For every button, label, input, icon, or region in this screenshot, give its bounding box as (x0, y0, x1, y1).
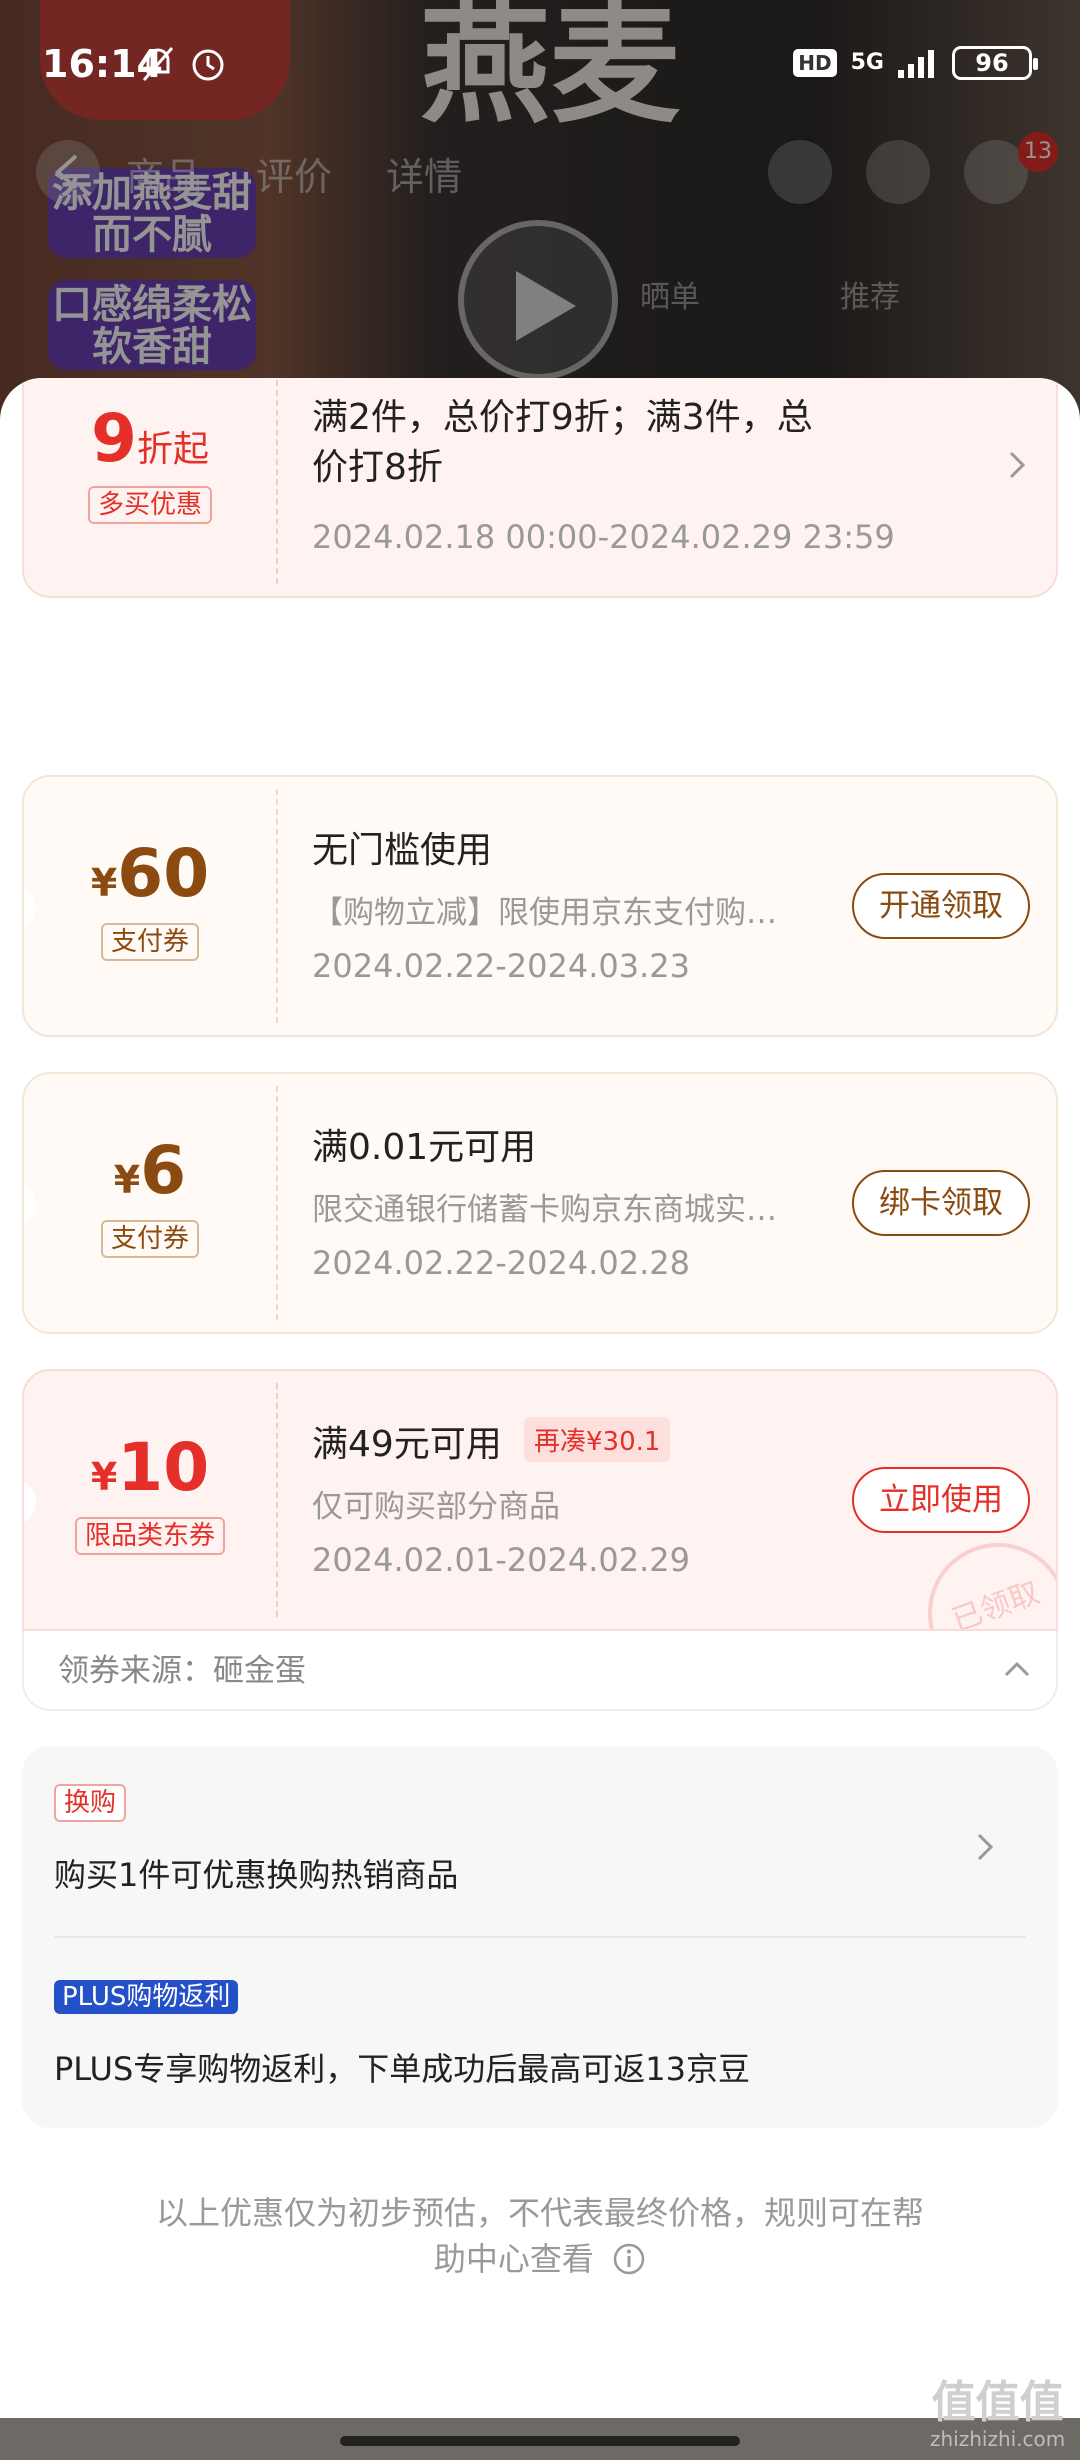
coupon-value: 60 (117, 835, 210, 912)
chevron-right-icon[interactable] (1008, 450, 1026, 480)
coupon-date: 2024.02.01-2024.02.29 (312, 1541, 690, 1579)
open-claim-button[interactable]: 开通领取 (852, 873, 1030, 939)
divider (54, 1936, 1026, 1938)
battery-icon: 96 (952, 46, 1038, 80)
coupon-tag: 支付券 (100, 1220, 199, 1258)
currency-symbol: ¥ (90, 1455, 118, 1499)
bind-card-claim-button[interactable]: 绑卡领取 (852, 1170, 1030, 1236)
coupon-tag: 多买优惠 (87, 486, 212, 524)
status-icons (142, 44, 232, 88)
coupon-date: 2024.02.22-2024.02.28 (312, 1244, 690, 1282)
coupon-value-area: 9折起 多买优惠 (24, 378, 276, 596)
coupon-category-10[interactable]: ¥10 限品类东券 满49元可用 再凑¥30.1 仅可购买部分商品 2024.0… (22, 1369, 1058, 1631)
coupon-multi-buy[interactable]: 9折起 多买优惠 满2件，总价打9折；满3件，总 价打8折 2024.02.18… (22, 378, 1058, 598)
coupon-divider (276, 1086, 278, 1320)
info-icon[interactable] (612, 2242, 646, 2276)
coupon-divider (276, 380, 278, 584)
chevron-right-icon[interactable] (976, 1832, 994, 1862)
discount-sheet: 优惠 9折起 多买优惠 满2件，总价打9折；满3件，总 价打8折 2024.02… (0, 378, 1080, 2418)
coupon-desc: 【购物立减】限使用京东支付购… (312, 895, 777, 931)
coupon-value-area: ¥10 限品类东券 (24, 1371, 276, 1629)
use-now-button[interactable]: 立即使用 (852, 1467, 1030, 1533)
disclaimer: 以上优惠仅为初步预估，不代表最终价格，规则可在帮 助中心查看 (120, 2190, 960, 2282)
currency-symbol: ¥ (90, 861, 118, 905)
coupon-pay-60[interactable]: ¥60 支付券 无门槛使用 【购物立减】限使用京东支付购… 2024.02.22… (22, 775, 1058, 1037)
coupon-date: 2024.02.18 00:00-2024.02.29 23:59 (312, 518, 895, 556)
watermark-mark: 值值值 (931, 2377, 1064, 2428)
trade-in-text[interactable]: 购买1件可优惠换购热销商品 (54, 1850, 458, 1896)
coupon-value-area: ¥60 支付券 (24, 777, 276, 1035)
coupon-source-text: 领券来源：砸金蛋 (58, 1653, 306, 1689)
status-bar: 16:14 HD 5G 96 (0, 0, 1080, 110)
chevron-up-icon[interactable] (1004, 1661, 1030, 1677)
coupon-value-suffix: 折起 (136, 429, 209, 470)
claimed-stamp: 已领取 (908, 1523, 1056, 1629)
watermark-site: zhizhizhi.com (930, 2427, 1066, 2451)
hd-icon: HD (793, 49, 837, 77)
signal-icon (898, 50, 934, 78)
plus-rebate-text: PLUS专享购物返利，下单成功后最高可返13京豆 (54, 2050, 750, 2088)
home-indicator[interactable] (340, 2436, 740, 2446)
coupon-value: 10 (117, 1429, 210, 1506)
coupon-divider (276, 789, 278, 1023)
currency-symbol: ¥ (113, 1158, 141, 1202)
coupon-tag: 支付券 (100, 923, 199, 961)
coupon-value: 9 (91, 400, 137, 477)
disclaimer-line2: 助中心查看 (120, 2236, 960, 2282)
disclaimer-line1: 以上优惠仅为初步预估，不代表最终价格，规则可在帮 (155, 2194, 924, 2232)
trade-in-pill: 换购 (54, 1784, 127, 1822)
extra-offers-panel: 换购 购买1件可优惠换购热销商品 PLUS购物返利 PLUS专享购物返利，下单成… (22, 1746, 1058, 2128)
network-label: 5G (850, 50, 884, 75)
coupon-value-area: ¥6 支付券 (24, 1074, 276, 1332)
coupon-desc: 仅可购买部分商品 (312, 1489, 560, 1525)
coupon-title: 无门槛使用 (312, 830, 493, 871)
coupon-value: 6 (140, 1132, 187, 1209)
disclaimer-line2-text: 助中心查看 (433, 2240, 594, 2278)
coupon-tag: 限品类东券 (74, 1517, 225, 1555)
coupon-pay-6[interactable]: ¥6 支付券 满0.01元可用 限交通银行储蓄卡购京东商城实… 2024.02.… (22, 1072, 1058, 1334)
coupon-date: 2024.02.22-2024.03.23 (312, 947, 690, 985)
plus-rebate-pill: PLUS购物返利 (54, 1980, 239, 2014)
mute-icon (142, 47, 224, 81)
coupon-source-row[interactable]: 领券来源：砸金蛋 (22, 1631, 1058, 1711)
site-watermark: 值值值 zhizhizhi.com (930, 2377, 1066, 2451)
coupon-title: 满49元可用 (312, 1424, 502, 1465)
coupon-title: 满0.01元可用 (312, 1127, 537, 1168)
add-more-badge: 再凑¥30.1 (524, 1417, 671, 1462)
coupon-title-line1: 满2件，总价打9折；满3件，总 (312, 397, 813, 438)
coupon-divider (276, 1383, 278, 1617)
coupon-title-line2: 价打8折 (312, 447, 443, 488)
coupon-desc: 限交通银行储蓄卡购京东商城实… (312, 1192, 777, 1228)
